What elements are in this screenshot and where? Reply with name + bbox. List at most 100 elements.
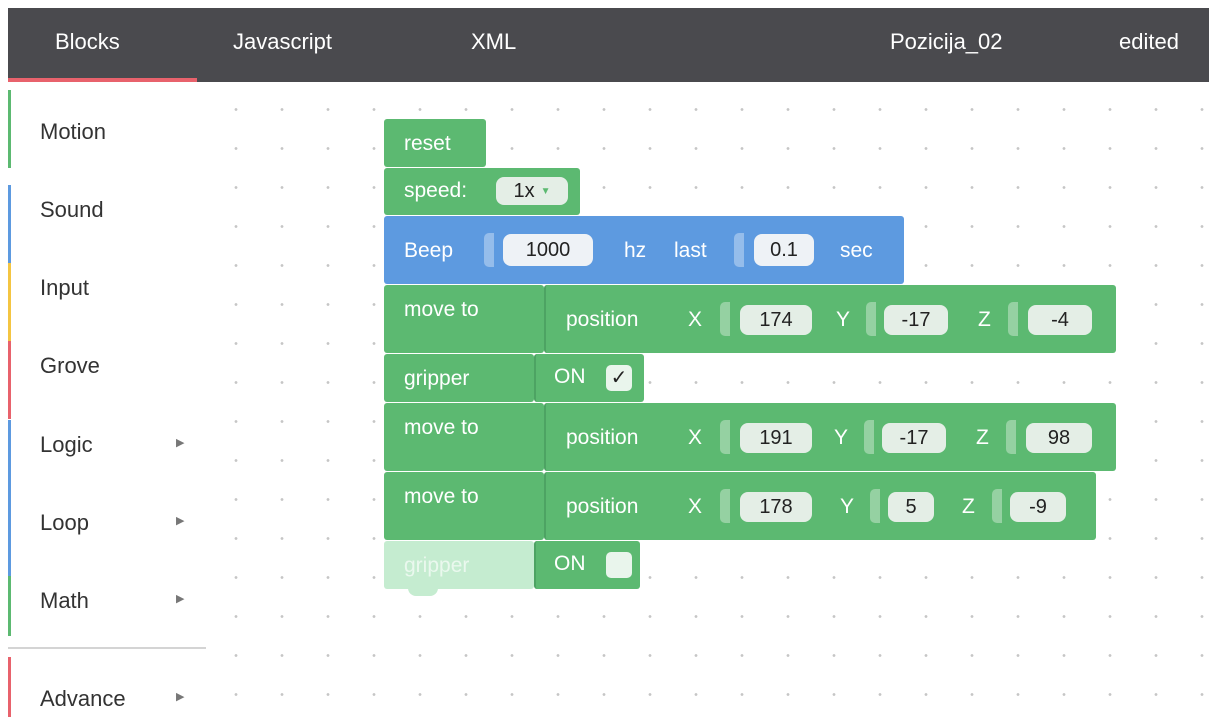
input-notch	[992, 489, 1002, 523]
beep-block[interactable]: Beep 1000 hz last 0.1 sec	[384, 216, 904, 284]
y-input[interactable]: -17	[884, 305, 948, 335]
input-notch	[864, 420, 874, 454]
category-motion[interactable]: Motion	[8, 90, 208, 168]
tab-xml[interactable]: XML	[471, 28, 516, 56]
active-tab-indicator	[8, 78, 197, 82]
position-label: position	[566, 308, 639, 331]
block-label: move to	[404, 298, 479, 321]
input-notch	[870, 489, 880, 523]
category-advance[interactable]: Advance ▶	[8, 657, 208, 724]
category-color-bar	[8, 657, 11, 717]
block-label: gripper	[404, 554, 470, 577]
category-color-bar	[8, 341, 11, 419]
category-color-bar	[8, 263, 11, 341]
block-label: gripper	[404, 367, 470, 390]
tab-blocks[interactable]: Blocks	[55, 28, 120, 56]
category-label: Math	[40, 588, 89, 613]
x-label: X	[688, 426, 703, 449]
category-label: Logic	[40, 432, 93, 457]
category-sound[interactable]: Sound	[8, 185, 208, 263]
input-notch	[720, 420, 730, 454]
input-notch	[1006, 420, 1016, 454]
z-label: Z	[978, 308, 991, 331]
z-label: Z	[962, 495, 975, 518]
triangle-right-icon: ▶	[176, 515, 185, 527]
input-notch	[484, 233, 494, 267]
gripper-block-disabled[interactable]: gripper	[384, 541, 534, 589]
move-to-block[interactable]: move to	[384, 472, 544, 540]
block-label: move to	[404, 485, 479, 508]
block-label: reset	[404, 132, 451, 155]
category-logic[interactable]: Logic ▶	[8, 420, 208, 498]
position-label: position	[566, 426, 639, 449]
x-input[interactable]: 191	[740, 423, 812, 453]
category-loop[interactable]: Loop ▶	[8, 498, 208, 576]
gripper-checkbox[interactable]	[606, 552, 632, 578]
block-bottom-tab	[408, 588, 438, 596]
category-label: Loop	[40, 510, 89, 535]
category-label: Sound	[40, 197, 104, 222]
toolbox: Motion Sound Input Grove Logic ▶ Loop ▶ …	[8, 90, 208, 726]
input-notch	[866, 302, 876, 336]
category-color-bar	[8, 498, 11, 576]
gripper-block[interactable]: gripper	[384, 354, 534, 402]
gripper-state-block[interactable]: ON ✓	[534, 354, 644, 402]
toolbox-separator	[8, 647, 206, 649]
x-input[interactable]: 174	[740, 305, 812, 335]
z-input[interactable]: -9	[1010, 492, 1066, 522]
position-block[interactable]: position X 174 Y -17 Z -4	[544, 285, 1116, 353]
triangle-right-icon: ▶	[176, 593, 185, 605]
gripper-checkbox[interactable]: ✓	[606, 365, 632, 391]
block-label: Beep	[404, 239, 454, 262]
block-label: speed:	[404, 179, 468, 202]
block-label: move to	[404, 416, 479, 439]
y-input[interactable]: -17	[882, 423, 946, 453]
z-input[interactable]: -4	[1028, 305, 1092, 335]
top-bar: Blocks Javascript XML Pozicija_02 edited	[8, 8, 1209, 82]
y-label: Y	[840, 495, 855, 518]
dropdown-arrow-icon: ▼	[540, 185, 551, 197]
reset-block[interactable]: reset	[384, 119, 486, 167]
z-input[interactable]: 98	[1026, 423, 1092, 453]
state-label: ON	[554, 365, 586, 388]
duration-input[interactable]: 0.1	[754, 234, 814, 266]
triangle-right-icon: ▶	[176, 691, 185, 703]
edit-status: edited	[1119, 29, 1179, 54]
category-color-bar	[8, 90, 11, 168]
input-notch	[720, 302, 730, 336]
input-notch	[720, 489, 730, 523]
category-label: Advance	[40, 686, 126, 711]
y-input[interactable]: 5	[888, 492, 934, 522]
category-math[interactable]: Math ▶	[8, 576, 208, 636]
category-color-bar	[8, 576, 11, 636]
project-filename[interactable]: Pozicija_02	[890, 28, 1003, 56]
move-to-block[interactable]: move to	[384, 285, 544, 353]
speed-dropdown[interactable]: 1x ▼	[496, 177, 568, 205]
category-label: Grove	[40, 353, 100, 378]
input-notch	[734, 233, 744, 267]
y-label: Y	[834, 426, 849, 449]
speed-value: 1x	[513, 180, 535, 202]
tab-javascript[interactable]: Javascript	[233, 28, 332, 56]
category-color-bar	[8, 420, 11, 498]
sec-label: sec	[840, 239, 873, 262]
hz-label: hz	[624, 239, 647, 262]
position-block[interactable]: position X 178 Y 5 Z -9	[544, 472, 1096, 540]
position-label: position	[566, 495, 639, 518]
category-color-bar	[8, 185, 11, 263]
x-label: X	[688, 495, 703, 518]
move-to-block[interactable]: move to	[384, 403, 544, 471]
triangle-right-icon: ▶	[176, 437, 185, 449]
y-label: Y	[836, 308, 851, 331]
category-label: Motion	[40, 119, 107, 144]
category-input[interactable]: Input	[8, 263, 208, 341]
position-block[interactable]: position X 191 Y -17 Z 98	[544, 403, 1116, 471]
z-label: Z	[976, 426, 989, 449]
frequency-input[interactable]: 1000	[503, 234, 593, 266]
x-input[interactable]: 178	[740, 492, 812, 522]
category-grove[interactable]: Grove	[8, 341, 208, 419]
speed-block[interactable]: speed: 1x ▼	[384, 168, 580, 215]
category-label: Input	[40, 275, 89, 300]
gripper-state-block[interactable]: ON	[534, 541, 640, 589]
block-workspace[interactable]: reset speed: 1x ▼ Beep 1000 hz last 0.1 s…	[208, 82, 1209, 726]
